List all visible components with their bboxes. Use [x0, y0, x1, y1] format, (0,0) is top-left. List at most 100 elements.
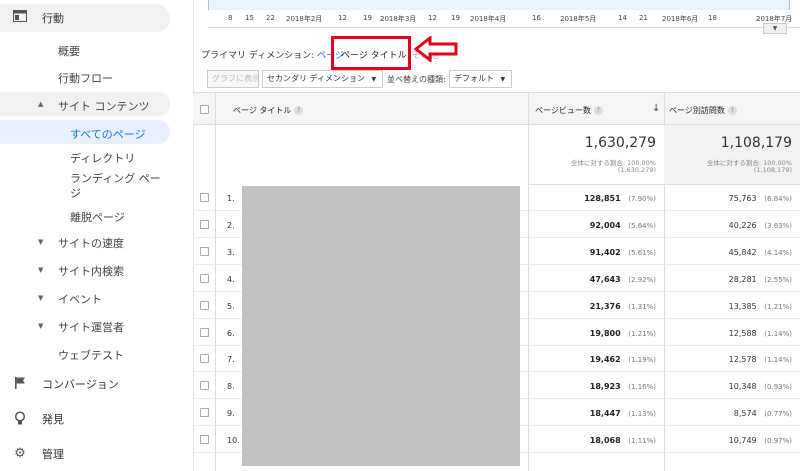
row-checkbox[interactable] [200, 435, 209, 445]
row-number: 8. [227, 382, 235, 392]
sidebar-item-site-content[interactable]: ▲ サイト コンテンツ [0, 92, 170, 116]
chevron-down-icon: ▼ [500, 76, 506, 83]
row-pageviews-percent: (1.31%) [628, 302, 656, 311]
row-number: 6. [227, 328, 235, 338]
sidebar-item-publisher[interactable]: ▼ サイト運営者 [0, 319, 170, 334]
sidebar-item-site-speed[interactable]: ▼ サイトの速度 [0, 235, 170, 250]
row-checkbox[interactable] [200, 219, 209, 229]
chart-axis-tick-label: 8 [228, 14, 233, 22]
totals-pageviews: 1,630,279 全体に対する割合: 100.00% (1,630,279) [528, 125, 664, 185]
caret-down-icon: ▼ [38, 266, 44, 274]
row-unique-percent: (3.63%) [764, 221, 792, 230]
column-header-unique[interactable]: ページ別訪問数? [669, 105, 737, 116]
row-pageviews: 92,004 (5.64%) [528, 221, 664, 230]
secondary-dimension-label: セカンダリ ディメンション [267, 74, 365, 83]
plot-rows-button[interactable]: グラフに表示 [207, 70, 260, 88]
sidebar-section-label: コンバージョン [42, 378, 119, 391]
help-icon[interactable]: ? [294, 106, 304, 115]
row-pageviews: 47,643 (2.92%) [528, 275, 664, 284]
caret-down-icon: ▼ [38, 322, 44, 330]
redacted-page-titles [242, 186, 520, 466]
chart-axis-tick-label: 2018年3月 [380, 15, 417, 23]
sidebar-item-overview[interactable]: 概要 [58, 43, 80, 59]
row-pageviews: 18,923 (1.16%) [528, 382, 664, 391]
row-pageviews: 18,447 (1.13%) [528, 409, 664, 418]
sort-descending-icon[interactable]: ↓ [652, 103, 660, 114]
sidebar-item-exit-pages[interactable]: 離脱ページ [70, 209, 125, 225]
flag-icon [12, 376, 28, 392]
sidebar-section-admin[interactable]: ⚙ 管理 [0, 440, 194, 468]
sidebar-item-site-search[interactable]: ▼ サイト内検索 [0, 263, 170, 278]
row-unique-value: 40,226 [728, 220, 757, 230]
sidebar-item-directory[interactable]: ディレクトリ [70, 150, 135, 166]
row-unique-percent: (6.84%) [764, 195, 792, 203]
row-checkbox[interactable] [200, 408, 209, 418]
row-unique-percent: (1.14%) [764, 356, 792, 365]
row-unique-percent: (4.14%) [764, 248, 792, 257]
chart-axis-tick-label: 19 [363, 14, 372, 22]
row-number: 9. [227, 409, 235, 419]
row-pageviews: 21,376 (1.31%) [528, 302, 664, 311]
sort-type-value: デフォルト [454, 74, 494, 83]
row-pageviews-value: 18,068 [589, 436, 621, 446]
chart-axis-tick-label: 2018年5月 [560, 15, 597, 23]
column-header-label: ページビュー数 [535, 106, 591, 115]
row-unique-percent: (2.55%) [764, 275, 792, 284]
caret-up-icon: ▲ [38, 100, 44, 108]
row-pageviews-value: 18,447 [589, 409, 621, 419]
row-checkbox[interactable] [200, 246, 209, 256]
sidebar-section-behavior[interactable]: 行動 [0, 4, 170, 32]
primary-dimension-row: プライマリ ディメンション: ページ [201, 48, 344, 61]
row-unique-value: 75,763 [728, 194, 757, 203]
row-checkbox[interactable] [200, 327, 209, 337]
row-pageviews-value: 92,004 [589, 220, 621, 230]
primary-dimension-label: プライマリ ディメンション: [201, 51, 315, 61]
chart-strip: 8 15 22 2018年2月 12 19 2018年3月 12 19 2018年4月 16 2018… [208, 0, 800, 28]
row-pageviews-percent: (2.92%) [628, 275, 656, 284]
row-checkbox[interactable] [200, 354, 209, 364]
row-pageviews-percent: (7.90%) [628, 195, 656, 203]
row-unique-percent: (1.14%) [764, 329, 792, 338]
secondary-dimension-dropdown[interactable]: セカンダリ ディメンション ▼ [262, 70, 383, 88]
sidebar-section-conversions[interactable]: コンバージョン [0, 370, 194, 398]
row-pageviews-percent: (1.11%) [628, 437, 656, 446]
sidebar-item-behavior-flow[interactable]: 行動フロー [58, 70, 113, 86]
chart-axis-tick-label: 14 [618, 14, 627, 22]
row-unique-value: 13,385 [728, 301, 757, 311]
row-pageviews: 19,462 (1.19%) [528, 355, 664, 364]
chart-axis-ticks: 8 15 22 2018年2月 12 19 2018年3月 12 19 2018年4月 16 2018… [208, 14, 800, 26]
sidebar-item-landing-pages[interactable]: ランディング ページ [70, 171, 170, 201]
row-unique: 8,574 (0.77%) [664, 409, 800, 418]
row-number: 2. [227, 220, 235, 230]
sort-type-dropdown[interactable]: デフォルト ▼ [449, 70, 512, 88]
row-checkbox[interactable] [200, 381, 209, 391]
row-pageviews: 128,851 (7.90%) [528, 194, 664, 203]
help-icon[interactable]: ? [727, 106, 737, 115]
row-pageviews-percent: (1.19%) [628, 356, 656, 365]
column-header-pageviews[interactable]: ページビュー数? [535, 105, 603, 116]
row-pageviews-percent: (1.16%) [628, 383, 656, 392]
sidebar-item-label: イベント [58, 293, 102, 306]
caret-down-icon: ▼ [38, 294, 44, 302]
sidebar-item-events[interactable]: ▼ イベント [0, 291, 170, 306]
chart-axis-tick-label: 18 [708, 14, 717, 22]
row-number: 5. [227, 301, 235, 311]
row-unique: 10,749 (0.97%) [664, 436, 800, 445]
help-icon[interactable]: ? [593, 106, 603, 115]
sidebar-item-all-pages[interactable]: すべてのページ [0, 120, 170, 144]
sidebar-section-discover[interactable]: 発見 [0, 405, 194, 433]
row-unique-value: 12,588 [728, 328, 757, 338]
row-checkbox[interactable] [200, 273, 209, 283]
totals-pageviews-total: (1,630,279) [617, 166, 656, 174]
row-number: 4. [227, 274, 235, 284]
row-pageviews-value: 19,800 [589, 328, 621, 338]
chart-collapse-toggle[interactable]: ▼ [763, 23, 787, 34]
gear-icon: ⚙ [14, 446, 26, 461]
table-toolbar: グラフに表示 セカンダリ ディメンション ▼ 並べ替えの種類: デフォルト ▼ [200, 68, 800, 90]
row-checkbox[interactable] [200, 193, 209, 202]
sidebar-item-web-test[interactable]: ウェブテスト [58, 347, 124, 363]
column-header-title[interactable]: ページ タイトル? [233, 105, 304, 116]
select-all-checkbox[interactable] [200, 105, 209, 114]
row-unique: 10,348 (0.93%) [664, 382, 800, 391]
row-checkbox[interactable] [200, 300, 209, 310]
